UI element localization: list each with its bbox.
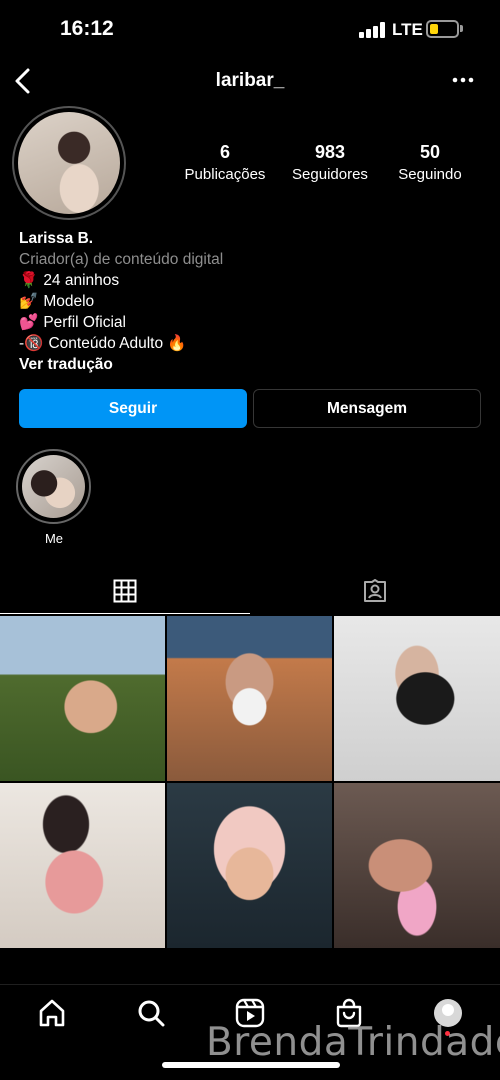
status-bar: 16:12 LTE bbox=[0, 0, 500, 60]
search-icon[interactable] bbox=[135, 997, 167, 1029]
bio-line-text: Perfil Oficial bbox=[43, 314, 126, 331]
home-icon[interactable] bbox=[36, 997, 68, 1029]
profile-category: Criador(a) de conteúdo digital bbox=[19, 251, 224, 268]
hearts-emoji: 💕 bbox=[19, 314, 39, 331]
post-thumbnail[interactable] bbox=[167, 783, 332, 948]
stat-followers-label: Seguidores bbox=[292, 166, 368, 183]
see-translation-link[interactable]: Ver tradução bbox=[19, 354, 479, 375]
signal-icon bbox=[359, 22, 385, 38]
post-thumbnail[interactable] bbox=[0, 783, 165, 948]
post-thumbnail[interactable] bbox=[0, 616, 165, 781]
bio-line-text: 24 aninhos bbox=[43, 272, 120, 289]
profile-tabs bbox=[0, 568, 500, 614]
post-thumbnail[interactable] bbox=[167, 616, 332, 781]
rose-emoji: 🌹 bbox=[19, 272, 39, 289]
nail-polish-emoji: 💅 bbox=[19, 293, 39, 310]
profile-display-name: Larissa B. bbox=[19, 230, 94, 247]
profile-header: laribar_ bbox=[0, 60, 500, 104]
bio-line-text: Modelo bbox=[43, 293, 95, 310]
highlight-label: Me bbox=[44, 531, 64, 546]
adult-emoji: 🔞 bbox=[24, 335, 44, 352]
profile-username: laribar_ bbox=[215, 70, 285, 91]
bio-line-text: Conteúdo Adulto bbox=[48, 335, 164, 352]
stat-posts-label: Publicações bbox=[184, 166, 266, 183]
more-options-icon[interactable] bbox=[448, 68, 478, 92]
tab-posts-grid[interactable] bbox=[0, 568, 250, 614]
stat-followers[interactable]: 983 Seguidores bbox=[285, 142, 375, 183]
post-thumbnail[interactable] bbox=[334, 616, 500, 781]
bio-line: 💅 Modelo bbox=[19, 291, 479, 312]
battery-icon bbox=[426, 20, 459, 38]
fire-emoji: 🔥 bbox=[167, 335, 187, 352]
stat-following[interactable]: 50 Seguindo bbox=[390, 142, 470, 183]
post-thumbnail[interactable] bbox=[334, 783, 500, 948]
stat-posts[interactable]: 6 Publicações bbox=[180, 142, 270, 183]
bio-line: 💕 Perfil Oficial bbox=[19, 312, 479, 333]
highlight-ring bbox=[16, 449, 91, 524]
bio-line: -🔞 Conteúdo Adulto 🔥 bbox=[19, 333, 479, 354]
posts-grid bbox=[0, 616, 500, 948]
stat-posts-value: 6 bbox=[219, 142, 230, 162]
grid-icon bbox=[113, 579, 137, 602]
battery-tip bbox=[460, 25, 463, 32]
profile-bio: Larissa B. Criador(a) de conteúdo digita… bbox=[19, 228, 479, 375]
stat-following-value: 50 bbox=[419, 142, 441, 162]
message-button[interactable]: Mensagem bbox=[253, 389, 481, 428]
story-highlight[interactable]: Me bbox=[16, 449, 92, 546]
status-time: 16:12 bbox=[60, 17, 114, 40]
profile-avatar bbox=[18, 112, 120, 214]
follow-button[interactable]: Seguir bbox=[19, 389, 247, 428]
tagged-icon bbox=[364, 579, 386, 602]
profile-stats: 6 Publicações 983 Seguidores 50 Seguindo bbox=[180, 142, 470, 183]
bio-line: 🌹 24 aninhos bbox=[19, 270, 479, 291]
stat-following-label: Seguindo bbox=[398, 166, 462, 183]
tab-tagged[interactable] bbox=[250, 568, 500, 614]
highlight-cover bbox=[22, 455, 85, 518]
watermark: BrendaTrindade bbox=[206, 1020, 500, 1065]
stat-followers-value: 983 bbox=[314, 142, 346, 162]
network-label: LTE bbox=[392, 20, 423, 39]
home-indicator bbox=[162, 1062, 340, 1068]
profile-avatar-ring[interactable] bbox=[12, 106, 126, 220]
